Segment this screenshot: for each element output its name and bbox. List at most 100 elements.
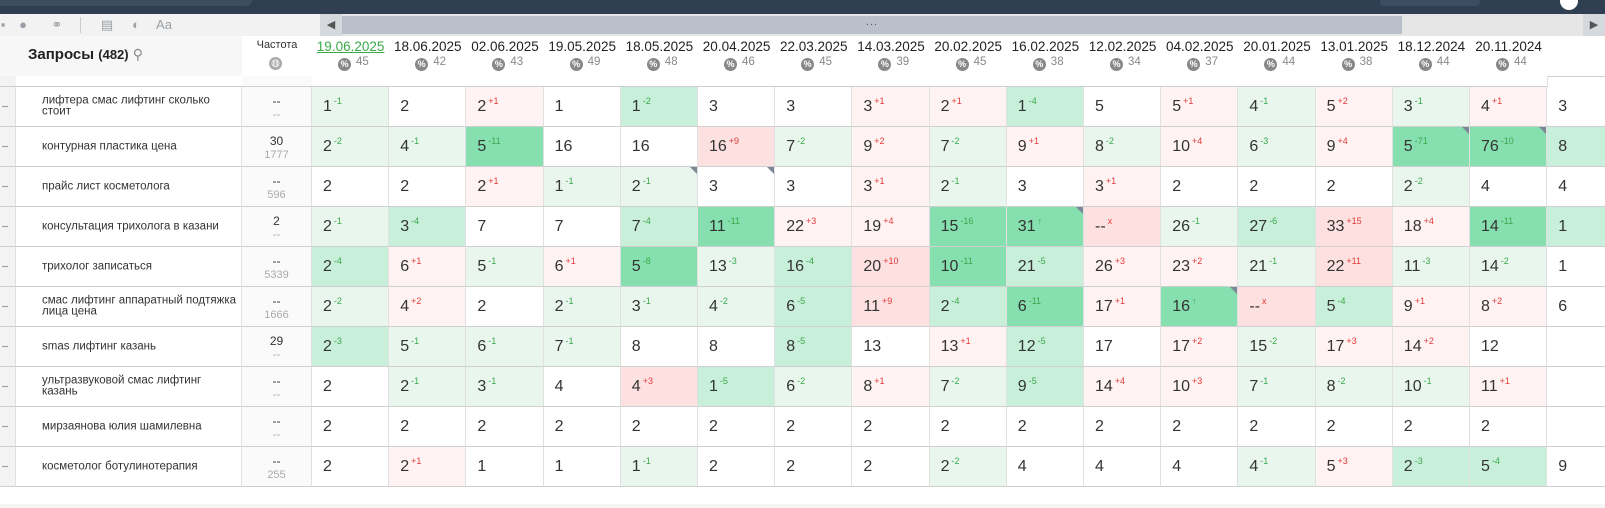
position-cell[interactable]: 23 +2 [1161,247,1239,287]
query-text[interactable]: лифтера смас лифтинг сколько стоит [42,94,237,118]
position-cell[interactable]: 9 -5 [1006,367,1084,407]
text-icon[interactable]: Aa [155,16,173,34]
date-label[interactable]: 20.02.2025 [930,39,1007,54]
position-cell[interactable]: 6 +1 [543,247,621,287]
table-row[interactable]: мирзаянова юлия шамилевна -- -- 2 2 2 2 2 2 2 2 2 2 2… [0,407,1605,447]
search-icon[interactable]: ⚲ [133,46,143,62]
date-label[interactable]: 22.03.2025 [775,39,852,54]
date-column-header[interactable]: 18.06.2025% 42 [389,36,468,77]
query-column-header[interactable]: Запросы (482) ⚲ [16,36,243,77]
date-label[interactable]: 13.01.2025 [1316,39,1393,54]
position-cell[interactable]: 3 +1 [852,167,930,207]
position-cell-partial[interactable]: 6 [1547,287,1605,327]
position-cell[interactable]: 5 -4 [1470,447,1548,487]
position-cell[interactable]: 5 -11 [466,127,544,167]
globe-icon[interactable]: ◍ [269,57,282,70]
position-cell[interactable]: 2 [389,167,467,207]
position-cell[interactable]: 1 [466,447,544,487]
position-cell[interactable]: 2 +1 [466,87,544,127]
position-cell[interactable]: 2 -1 [929,167,1007,207]
position-cell[interactable]: 2 [698,407,776,447]
query-cell[interactable]: лифтера смас лифтинг сколько стоит [16,87,242,127]
position-cell[interactable]: 2 [775,447,853,487]
percent-icon[interactable]: % [724,58,737,71]
position-cell[interactable]: 11 -11 [698,207,776,247]
position-cell[interactable]: 14 -2 [1470,247,1548,287]
position-cell[interactable]: 2 -2 [312,287,390,327]
date-column-header[interactable]: 02.06.2025% 43 [466,36,545,77]
position-cell[interactable]: 3 [775,87,853,127]
row-drag-handle[interactable] [0,207,16,247]
position-cell[interactable]: 1 -2 [620,87,698,127]
pin-icon[interactable]: ▪ [0,16,12,34]
position-cell[interactable]: 4 +3 [620,367,698,407]
percent-icon[interactable]: % [338,58,351,71]
position-cell[interactable]: 11 -3 [1392,247,1470,287]
position-cell[interactable]: 9 +2 [852,127,930,167]
position-cell[interactable]: 17 [1084,327,1162,367]
position-cell[interactable]: 2 [1392,407,1470,447]
position-cell[interactable]: 8 -5 [775,327,853,367]
position-cell[interactable]: 7 [543,207,621,247]
position-cell[interactable]: 2 -1 [543,287,621,327]
position-cell[interactable]: 2 +1 [929,87,1007,127]
table-row[interactable]: smas лифтинг казань 29 -- 2 -3 5 -1 6 -1 7 -1 8 8 8 -5… [0,327,1605,367]
position-cell[interactable]: 7 -2 [775,127,853,167]
percent-icon[interactable]: % [646,58,660,71]
table-row[interactable]: смас лифтинг аппаратный подтяжка лица це… [0,287,1605,327]
position-cell[interactable]: 1 -5 [698,367,776,407]
position-cell[interactable]: 6 -11 [1006,287,1084,327]
query-text[interactable]: прайс лист косметолога [42,180,237,193]
row-drag-handle[interactable] [0,447,16,487]
position-cell[interactable]: 2 [775,407,853,447]
position-cell[interactable]: 2 [852,447,930,487]
position-cell[interactable]: 2 [312,407,390,447]
query-cell[interactable]: трихолог записаться [16,247,242,287]
date-column-header[interactable]: 04.02.2025% 37 [1161,36,1240,77]
position-cell[interactable]: 3 -1 [466,367,544,407]
position-cell[interactable]: -- x [1238,287,1316,327]
date-column-header[interactable]: 16.02.2025% 38 [1006,36,1085,77]
position-cell[interactable]: 21 -5 [1006,247,1084,287]
link-icon[interactable]: ⚭ [48,16,66,34]
position-cell[interactable]: 7 [466,207,544,247]
date-column-header[interactable]: 20.02.2025% 45 [929,36,1008,77]
table-row[interactable]: прайс лист косметолога -- 596 2 2 2 +1 1 -1 2 -1 3 3… [0,167,1605,207]
position-cell[interactable]: 2 -2 [929,447,1007,487]
position-cell[interactable]: 17 +2 [1161,327,1239,367]
position-cell[interactable]: 31 ↑ [1006,207,1084,247]
position-cell[interactable]: 3 -1 [1392,87,1470,127]
position-cell[interactable]: 18 +4 [1392,207,1470,247]
position-cell[interactable]: 2 [1006,407,1084,447]
position-cell[interactable]: 2 -1 [312,207,390,247]
row-drag-handle[interactable] [0,247,16,287]
position-cell[interactable]: 13 [852,327,930,367]
position-cell[interactable]: 4 -1 [389,127,467,167]
position-cell[interactable]: 2 [312,367,390,407]
position-cell[interactable]: 4 +1 [1470,87,1548,127]
position-cell[interactable]: 3 [698,87,776,127]
position-cell[interactable]: 15 -16 [929,207,1007,247]
position-cell[interactable]: 11 +9 [852,287,930,327]
position-cell[interactable]: 13 -3 [698,247,776,287]
position-cell[interactable]: 5 +3 [1315,447,1393,487]
position-cell-partial[interactable]: 9 [1547,447,1605,487]
percent-icon[interactable]: % [878,58,892,71]
query-cell[interactable]: мирзаянова юлия шамилевна [16,407,242,447]
table-row[interactable]: контурная пластика цена 30 1777 2 -2 4 -1 5 -11 1… [0,127,1605,167]
toggle-icon[interactable]: ● [14,16,32,34]
position-cell[interactable]: 5 -1 [466,247,544,287]
position-cell[interactable]: 76 -10 [1470,127,1548,167]
row-drag-handle[interactable] [0,87,16,127]
position-cell[interactable]: 5 +2 [1315,87,1393,127]
position-cell[interactable]: 3 [698,167,776,207]
position-cell[interactable]: 10 -1 [1392,367,1470,407]
position-cell[interactable]: 2 [1238,407,1316,447]
position-cell[interactable]: 3 -1 [620,287,698,327]
position-cell[interactable]: 33 +15 [1315,207,1393,247]
row-drag-handle[interactable] [0,327,16,367]
percent-icon[interactable]: % [1418,58,1432,71]
table-row[interactable]: ультразвуковой смас лифтинг казань -- -- 2 2… [0,367,1605,407]
position-cell[interactable]: 4 [1470,167,1548,207]
position-cell[interactable]: 7 -2 [929,127,1007,167]
